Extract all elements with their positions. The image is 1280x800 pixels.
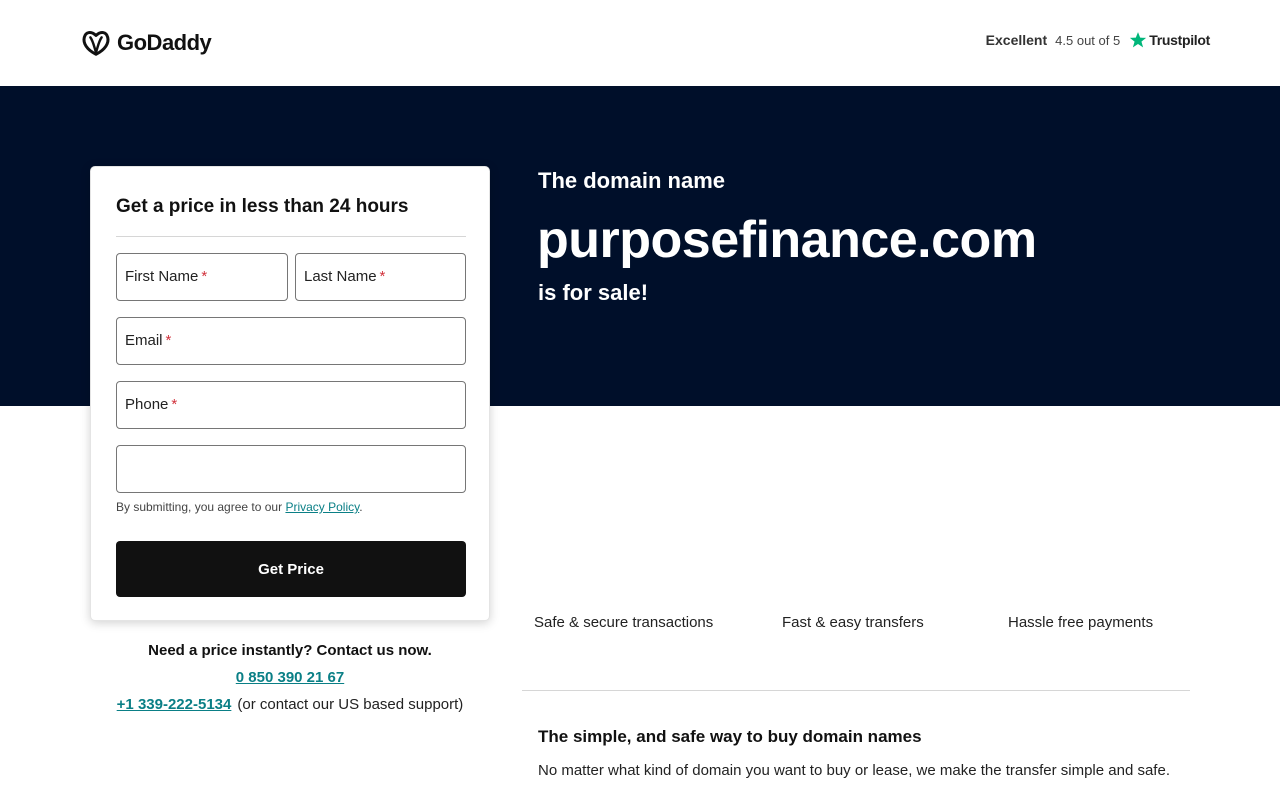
hero-kicker: The domain name [538, 168, 726, 193]
email-label: Email * [125, 332, 172, 349]
section-divider [522, 690, 1190, 691]
contact-us-line: +1 339-222-5134 (or contact our US based … [90, 696, 490, 713]
get-price-button[interactable]: Get Price [116, 541, 466, 597]
feature-hassle-free: Hassle free payments [1008, 614, 1154, 631]
trustpilot-star-icon [1130, 32, 1147, 48]
trust-score: 4.5 out of 5 [1055, 32, 1121, 48]
required-marker: * [201, 268, 208, 285]
info-body: No matter what kind of domain you want t… [538, 762, 1170, 779]
first-name-label: First Name * [125, 268, 208, 285]
required-marker: * [165, 332, 172, 349]
info-title: The simple, and safe way to buy domain n… [538, 727, 922, 746]
first-name-field[interactable]: First Name * [116, 253, 288, 301]
for-sale-text: is for sale! [538, 280, 649, 305]
trustpilot-rating[interactable]: Excellent 4.5 out of 5 Trustpilot [985, 31, 1211, 49]
feature-safe-secure: Safe & secure transactions [534, 614, 714, 631]
logo-wordmark: GoDaddy [117, 30, 212, 55]
godaddy-logo[interactable]: GoDaddy [81, 28, 212, 58]
contact-heading: Need a price instantly? Contact us now. [148, 642, 432, 659]
additional-field[interactable] [116, 445, 466, 493]
phone-primary-link[interactable]: 0 850 390 21 67 [236, 669, 344, 686]
form-title: Get a price in less than 24 hours [116, 196, 409, 217]
phone-us-link[interactable]: +1 339-222-5134 [117, 696, 232, 713]
site-header: GoDaddy Excellent 4.5 out of 5 Trustpilo… [0, 0, 1280, 86]
contact-phone-primary: 0 850 390 21 67 [90, 669, 490, 686]
email-field[interactable]: Email * [116, 317, 466, 365]
trust-rating-label: Excellent [985, 32, 1048, 48]
feature-fast-transfers: Fast & easy transfers [782, 614, 924, 631]
last-name-field[interactable]: Last Name * [295, 253, 466, 301]
phone-label: Phone * [125, 396, 178, 413]
last-name-label: Last Name * [304, 268, 386, 285]
required-marker: * [171, 396, 178, 413]
required-marker: * [379, 268, 386, 285]
features-row: Safe & secure transactions Fast & easy t… [522, 614, 1190, 636]
godaddy-logo-icon [82, 31, 110, 56]
form-divider [116, 236, 466, 237]
privacy-policy-link[interactable]: Privacy Policy [285, 500, 359, 514]
phone-us-note: (or contact our US based support) [237, 696, 464, 713]
domain-name-heading: purposefinance.com [537, 211, 1037, 269]
trustpilot-brand: Trustpilot [1149, 32, 1210, 48]
phone-field[interactable]: Phone * [116, 381, 466, 429]
consent-text: By submitting, you agree to our Privacy … [116, 500, 363, 514]
price-request-form: Get a price in less than 24 hours First … [90, 166, 490, 621]
